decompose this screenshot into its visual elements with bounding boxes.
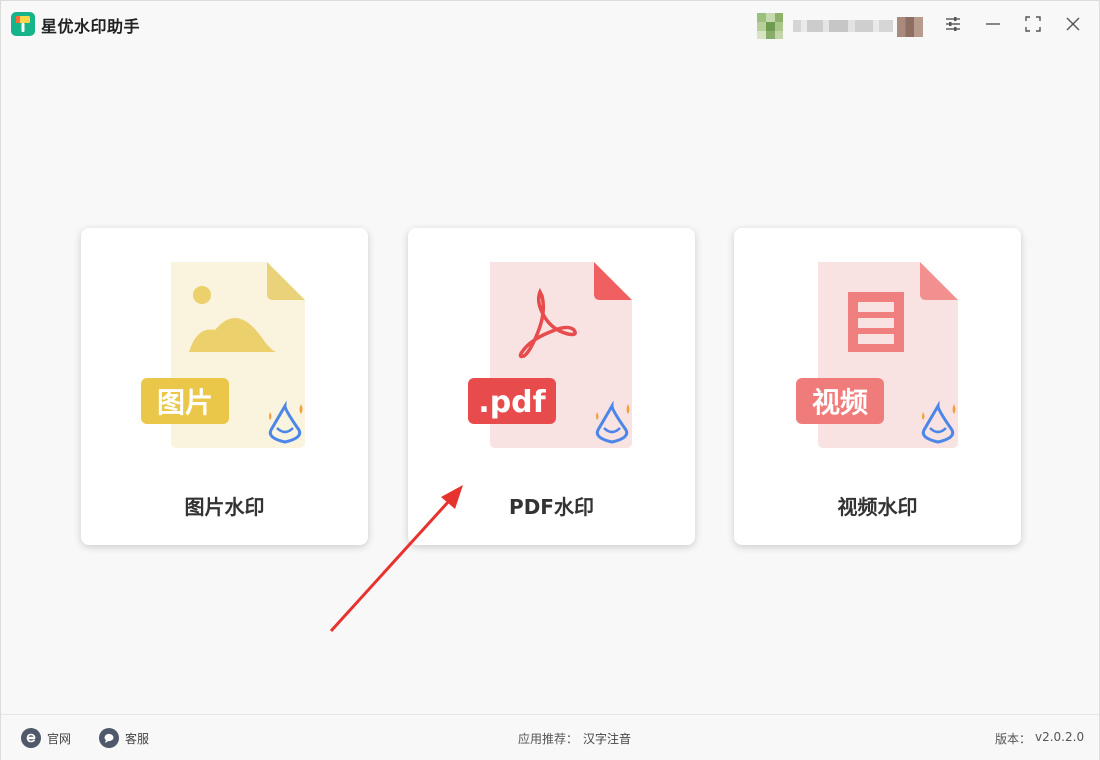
pdf-file-icon: .pdf — [466, 260, 636, 450]
support-link[interactable]: 客服 — [99, 728, 149, 748]
settings-button[interactable] — [941, 12, 965, 36]
title-bar: 星优水印助手 — [1, 1, 1099, 47]
username-blurred — [793, 20, 893, 32]
film-strip-icon — [848, 292, 904, 352]
browser-icon — [21, 728, 41, 748]
annotation-arrow — [329, 485, 463, 633]
video-watermark-card[interactable]: 视频 视频水印 — [734, 228, 1021, 545]
image-badge-text: 图片 — [157, 386, 213, 419]
version-value: v2.0.2.0 — [1035, 730, 1085, 744]
user-account[interactable] — [757, 13, 925, 39]
app-window: 星优水印助手 图片 图片水印 .pdf PDF水印 视频 视频水印 官网 客服 … — [0, 0, 1100, 760]
video-badge-text: 视频 — [812, 386, 868, 419]
version-label: 版本： — [995, 732, 1032, 746]
video-watermark-label: 视频水印 — [837, 495, 918, 519]
footer-bar: 官网 客服 应用推荐： 汉字注音 版本： v2.0.2.0 — [1, 714, 1099, 760]
website-link[interactable]: 官网 — [21, 728, 71, 748]
close-button[interactable] — [1061, 12, 1085, 36]
minimize-icon — [986, 23, 1000, 25]
image-file-icon: 图片 — [139, 260, 309, 450]
maximize-button[interactable] — [1021, 12, 1045, 36]
sliders-icon — [946, 17, 960, 31]
recommend-app-link[interactable]: 汉字注音 — [583, 730, 631, 747]
support-label: 客服 — [125, 731, 150, 746]
minimize-button[interactable] — [981, 12, 1005, 36]
app-logo-icon — [11, 12, 35, 36]
app-title: 星优水印助手 — [41, 17, 141, 36]
video-file-icon: 视频 — [792, 260, 962, 450]
user-thumbnail — [897, 17, 923, 37]
pdf-badge-text: .pdf — [478, 385, 546, 420]
recommend-label: 应用推荐： — [518, 732, 579, 746]
maximize-icon — [1025, 16, 1041, 32]
website-label: 官网 — [47, 731, 72, 746]
avatar[interactable] — [757, 13, 783, 39]
close-icon — [1066, 17, 1080, 31]
chat-icon — [99, 728, 119, 748]
